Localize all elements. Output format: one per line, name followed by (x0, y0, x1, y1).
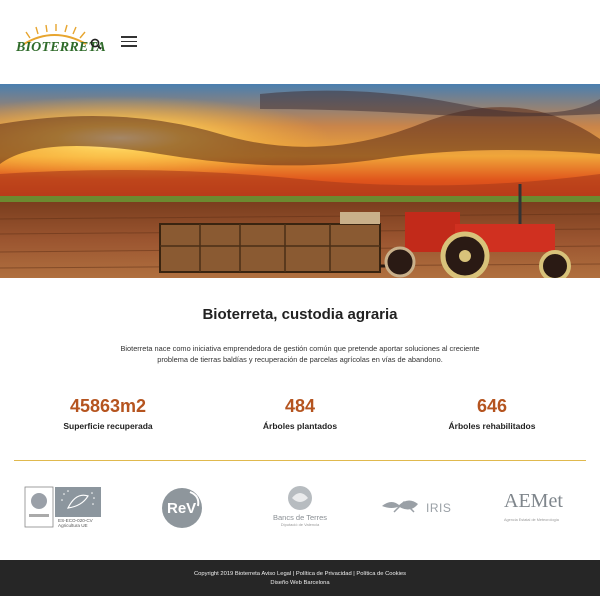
footer-credit-link[interactable]: Diseño Web Barcelona (0, 579, 600, 588)
aemet-logo[interactable]: AEMet Agencia Estatal de Meteorología (500, 484, 576, 530)
page-title: Bioterreta, custodia agraria (202, 306, 398, 323)
footer-link-privacidad[interactable]: Política de Privacidad (296, 571, 352, 577)
copyright-text: Copyright 2019 Bioterreta (193, 571, 262, 577)
bioterreta-logo[interactable]: BIOTERRETA (16, 24, 106, 60)
eu-organic-caption: Agricultura UE (58, 523, 88, 528)
footer-link-aviso-legal[interactable]: Aviso Legal (261, 571, 291, 577)
stat-label: Superficie recuperada (63, 421, 153, 431)
bancs-sub: Diputació de Valencia (280, 522, 320, 527)
hamburger-menu-icon[interactable] (121, 36, 137, 48)
stat-trees-rehabilitated: 646 Árboles rehabilitados (402, 395, 582, 431)
stat-value: 484 (284, 396, 316, 416)
intro-paragraph: Bioterreta nace como iniciativa emprende… (120, 344, 480, 364)
rev-text: ReV (167, 500, 197, 517)
stat-value: 646 (476, 396, 508, 416)
bancs-de-terres-logo[interactable]: Bancs de Terres Diputació de Valencia (262, 484, 338, 530)
eu-organic-logo[interactable]: ES-ECO-020-CV Agricultura UE (24, 484, 104, 530)
stat-value: 45863m2 (69, 396, 147, 416)
stat-label: Árboles plantados (262, 421, 338, 431)
stat-area-recovered: 45863m2 Superficie recuperada (18, 395, 198, 431)
stat-trees-planted: 484 Árboles plantados (210, 395, 390, 431)
stat-label: Árboles rehabilitados (448, 421, 536, 431)
section-divider (14, 460, 586, 461)
rev-logo[interactable]: ReV (160, 484, 206, 530)
hero-image (0, 84, 600, 278)
footer-link-cookies[interactable]: Política de Cookies (356, 571, 406, 577)
search-icon[interactable] (90, 37, 102, 50)
iris-text: IRIS (426, 501, 452, 515)
bancs-name: Bancs de Terres (272, 513, 328, 522)
iris-logo[interactable]: IRIS (380, 484, 460, 530)
aemet-name: AEMet (504, 490, 563, 512)
aemet-sub: Agencia Estatal de Meteorología (504, 518, 559, 522)
site-footer: Copyright 2019 Bioterreta Aviso Legal | … (0, 560, 600, 596)
site-header: BIOTERRETA (0, 0, 600, 84)
